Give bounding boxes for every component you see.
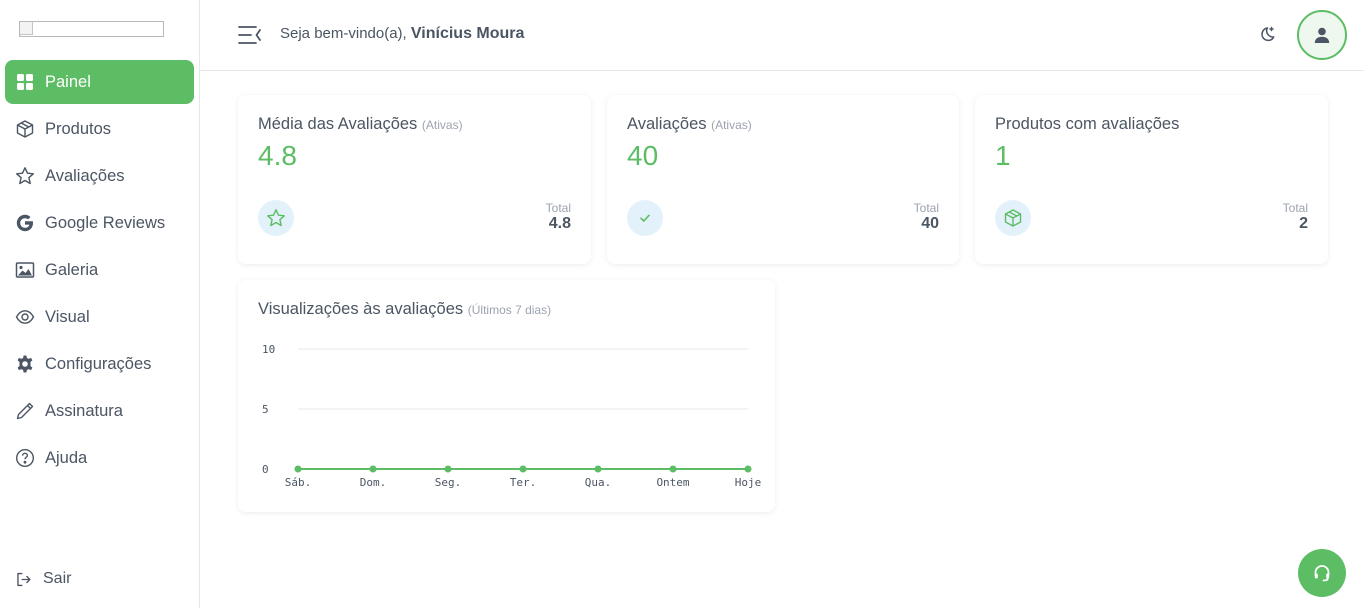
image-icon: [15, 260, 35, 280]
views-line-chart: 0 5 10 Sáb. Dom. Seg. Ter. Qua. Ontem Hoje: [262, 343, 762, 489]
stat-qualifier: (Ativas): [421, 118, 463, 132]
dashboard-icon: [15, 72, 35, 92]
sidebar-item-label: Galeria: [45, 260, 99, 279]
stat-title-text: Média das Avaliações: [258, 115, 418, 133]
avatar[interactable]: [1297, 10, 1347, 60]
theme-toggle-button[interactable]: [1256, 24, 1278, 46]
pen-icon: [15, 401, 35, 421]
support-chat-button[interactable]: [1298, 549, 1346, 597]
x-tick-label: Dom.: [360, 476, 387, 489]
x-tick-label: Ontem: [656, 476, 689, 489]
stat-card-produtos: Produtos com avaliações 1 Total 2: [975, 95, 1328, 264]
sidebar-item-assinatura[interactable]: Assinatura: [5, 389, 194, 433]
x-tick-label: Hoje: [735, 476, 762, 489]
stat-total-value: 40: [921, 215, 939, 232]
stat-badge: [627, 200, 663, 236]
sidebar-item-painel[interactable]: Painel: [5, 60, 194, 104]
sidebar-item-configuracoes[interactable]: Configurações: [5, 342, 194, 386]
moon-icon: [1261, 26, 1275, 42]
user-name: Vinícius Moura: [410, 25, 525, 42]
google-icon: [15, 213, 35, 233]
logo[interactable]: [19, 21, 164, 37]
y-tick-label: 5: [262, 403, 269, 416]
star-icon: [267, 209, 285, 227]
stat-value: 40: [627, 140, 659, 171]
x-tick-label: Sáb.: [285, 476, 312, 489]
sidebar-nav: Painel Produtos Avaliações Google Review…: [5, 60, 194, 483]
sidebar-item-label: Configurações: [45, 354, 152, 373]
sidebar-item-label: Assinatura: [45, 401, 123, 420]
topbar: Seja bem-vindo(a), Vinícius Moura: [200, 0, 1364, 71]
logout-label: Sair: [43, 570, 72, 587]
eye-icon: [15, 307, 35, 327]
x-tick-label: Seg.: [435, 476, 462, 489]
logout-button[interactable]: Sair: [15, 570, 71, 588]
sidebar-item-label: Visual: [45, 307, 90, 326]
data-point[interactable]: [669, 465, 677, 473]
data-point[interactable]: [294, 465, 302, 473]
check-icon: [640, 214, 650, 222]
data-point[interactable]: [594, 465, 602, 473]
x-tick-label: Qua.: [585, 476, 612, 489]
stat-total-label: Total: [1282, 201, 1308, 215]
stat-title: Produtos com avaliações: [995, 115, 1179, 134]
menu-collapse-icon: [238, 26, 261, 44]
user-icon: [1314, 27, 1330, 43]
stat-total-label: Total: [913, 201, 939, 215]
sidebar-item-label: Produtos: [45, 119, 112, 138]
sidebar-item-google-reviews[interactable]: Google Reviews: [5, 201, 194, 245]
data-point[interactable]: [519, 465, 527, 473]
y-tick-label: 10: [262, 343, 275, 356]
help-icon: [15, 448, 35, 468]
x-tick-label: Ter.: [510, 476, 537, 489]
stat-qualifier: (Ativas): [711, 118, 752, 132]
sidebar-item-label: Google Reviews: [45, 213, 166, 232]
menu-toggle-button[interactable]: [238, 24, 262, 46]
stat-total-value: 4.8: [548, 215, 571, 232]
stat-title: Média das Avaliações (Ativas): [258, 115, 463, 134]
gear-icon: [15, 354, 35, 374]
stat-title-text: Avaliações: [627, 115, 707, 133]
sidebar-item-avaliacoes[interactable]: Avaliações: [5, 154, 194, 198]
stat-badge: [995, 200, 1031, 236]
sidebar-item-label: Avaliações: [45, 166, 125, 185]
sidebar-item-ajuda[interactable]: Ajuda: [5, 436, 194, 480]
box-icon: [15, 119, 35, 139]
welcome-message: Seja bem-vindo(a), Vinícius Moura: [280, 25, 524, 43]
stat-card-media: Média das Avaliações (Ativas) 4.8 Total …: [238, 95, 591, 264]
stat-title-text: Produtos com avaliações: [995, 115, 1180, 133]
sidebar: Painel Produtos Avaliações Google Review…: [0, 0, 200, 608]
stat-value: 1: [995, 140, 1011, 171]
stat-card-avaliacoes: Avaliações (Ativas) 40 Total 40: [607, 95, 959, 264]
data-point[interactable]: [444, 465, 452, 473]
logout-icon: [17, 572, 31, 586]
stat-value: 4.8: [258, 140, 297, 171]
box-icon: [1004, 209, 1022, 227]
stat-title: Avaliações (Ativas): [627, 115, 752, 134]
greeting-text: Seja bem-vindo(a),: [280, 25, 407, 42]
y-tick-label: 0: [262, 463, 269, 476]
stat-total-label: Total: [545, 201, 571, 215]
headset-icon: [1314, 565, 1330, 582]
data-point[interactable]: [744, 465, 752, 473]
stat-badge: [258, 200, 294, 236]
stat-total-value: 2: [1299, 215, 1308, 232]
sidebar-item-label: Painel: [45, 72, 91, 91]
star-icon: [15, 166, 35, 186]
sidebar-item-galeria[interactable]: Galeria: [5, 248, 194, 292]
views-chart-card: Visualizações às avaliações (Últimos 7 d…: [238, 280, 775, 512]
sidebar-item-label: Ajuda: [45, 448, 88, 467]
sidebar-item-visual[interactable]: Visual: [5, 295, 194, 339]
sidebar-item-produtos[interactable]: Produtos: [5, 107, 194, 151]
data-point[interactable]: [369, 465, 377, 473]
